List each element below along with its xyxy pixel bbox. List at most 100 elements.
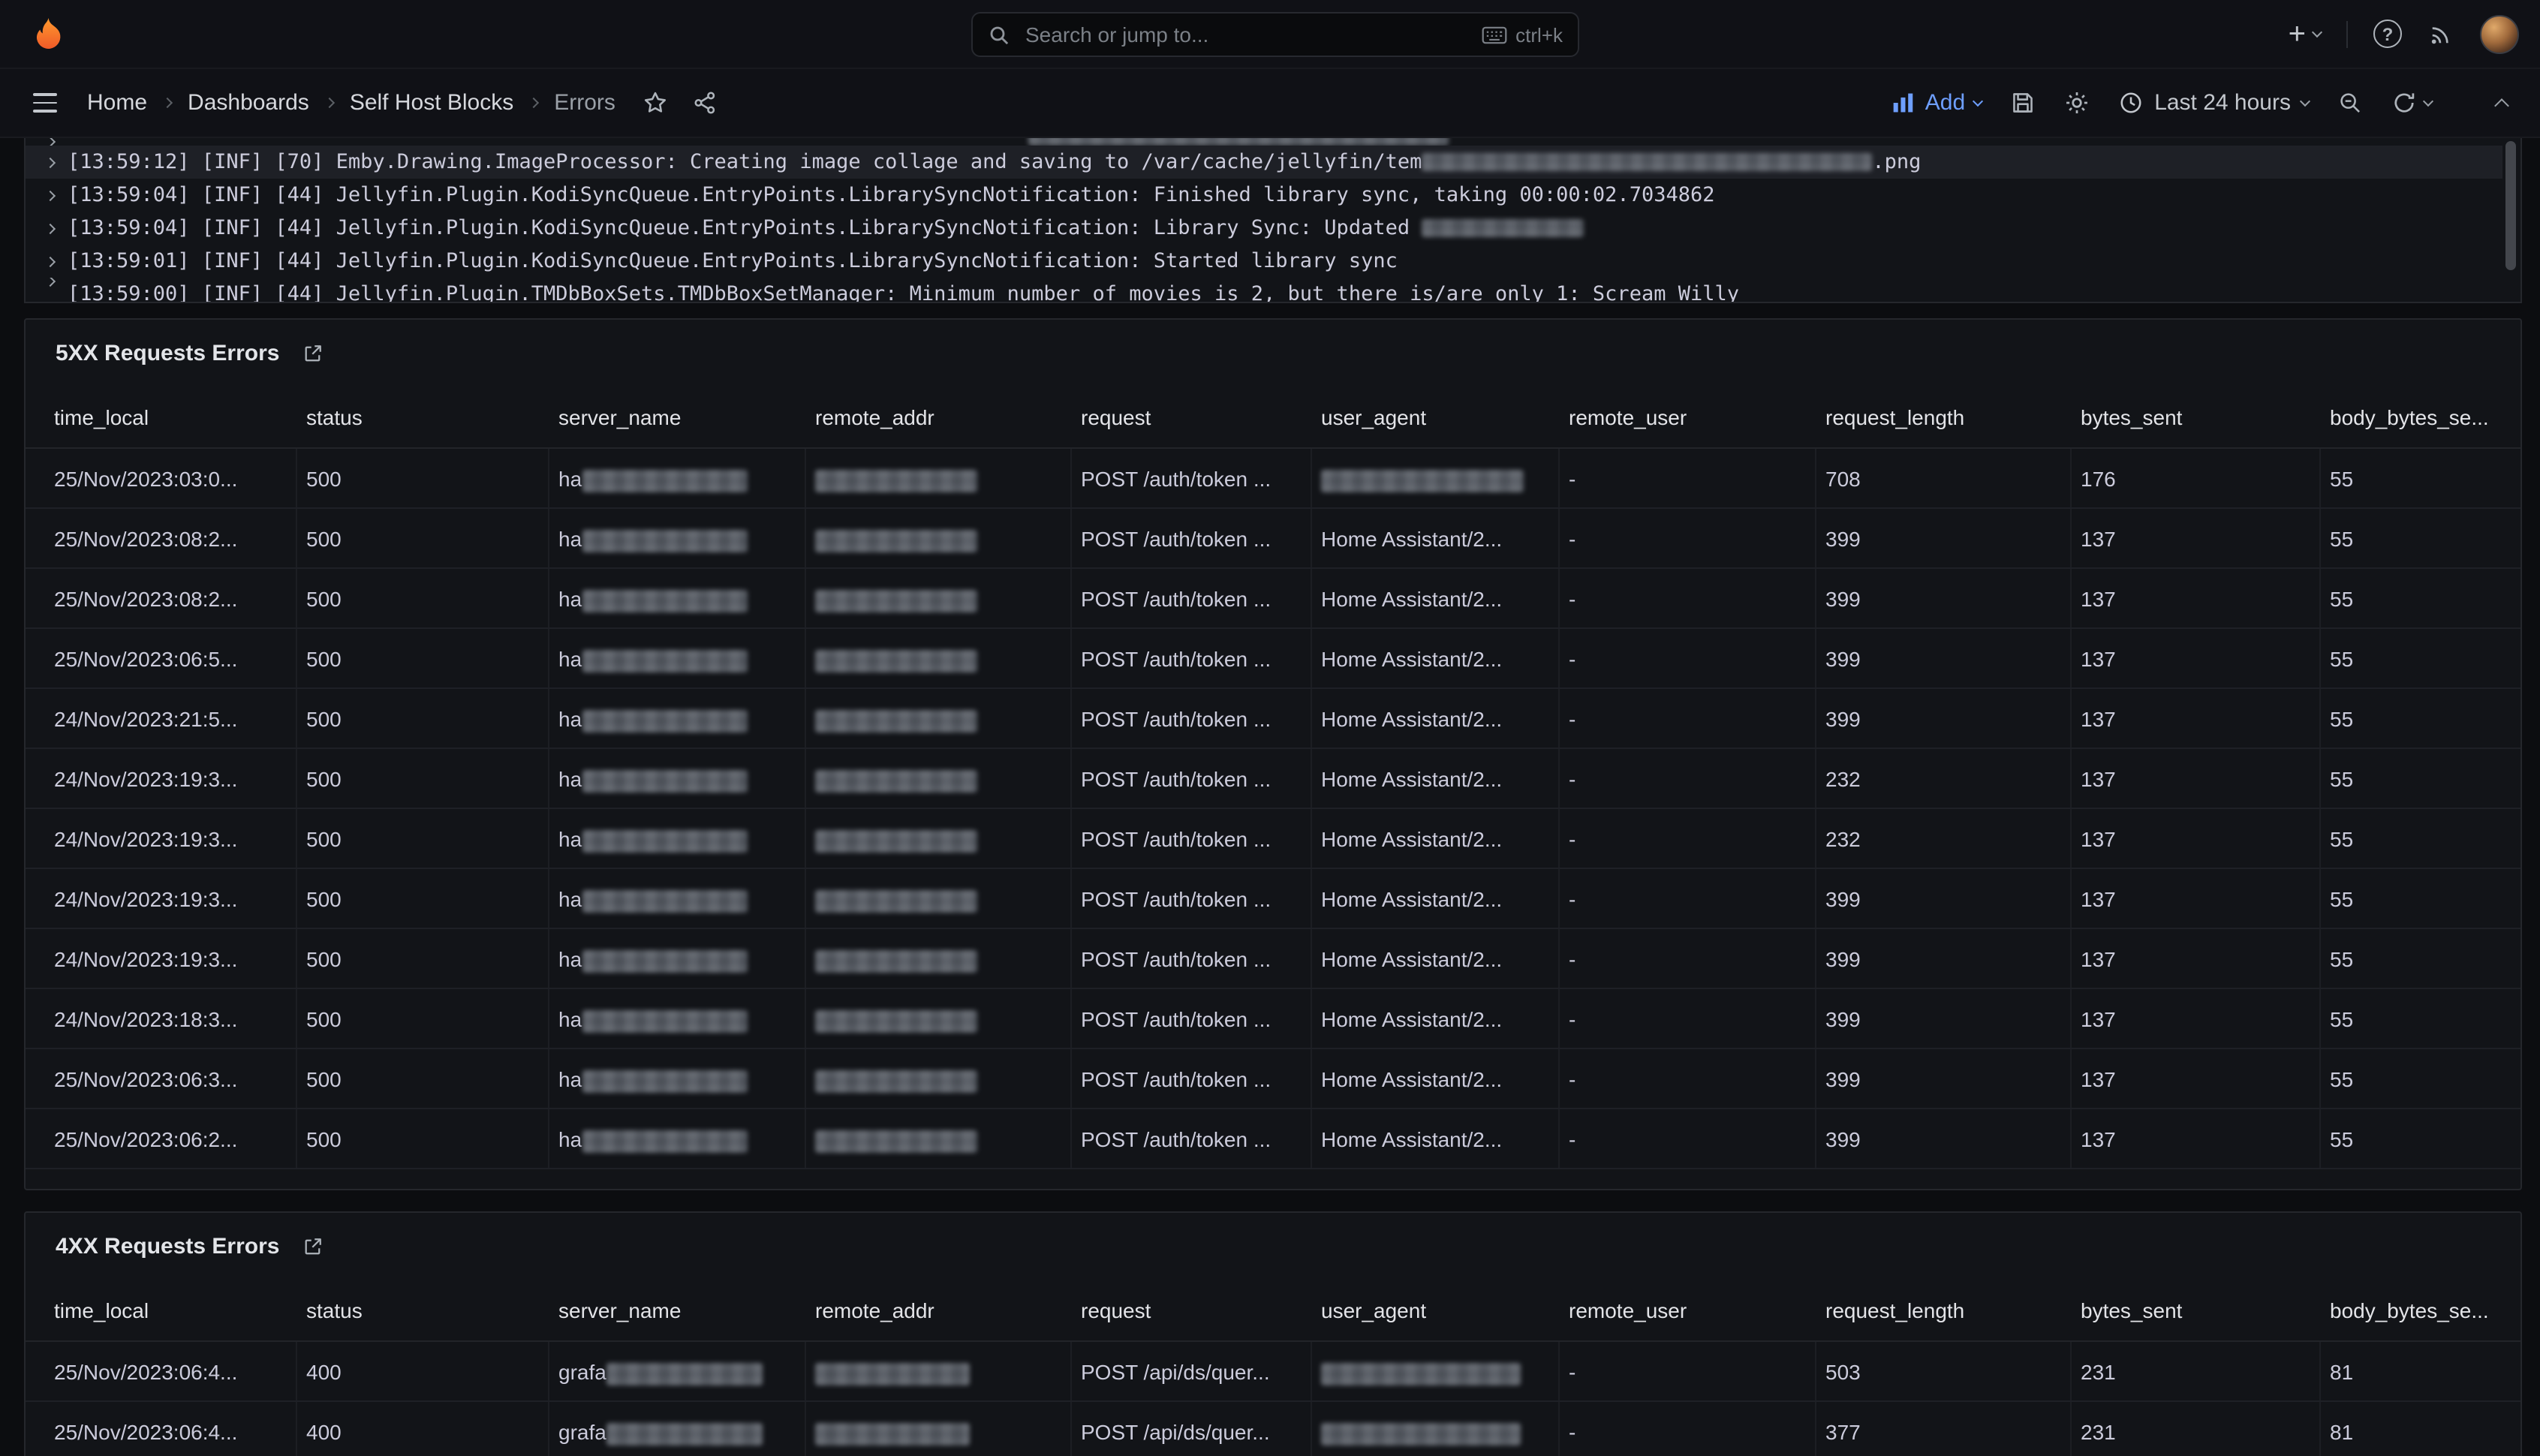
table-cell: 399 — [1816, 1049, 2072, 1108]
expand-log-row-icon[interactable] — [45, 223, 56, 233]
table-cell: ha — [549, 809, 806, 868]
column-header[interactable]: request_length — [1816, 1279, 2072, 1340]
column-header[interactable]: remote_user — [1560, 386, 1816, 447]
column-header[interactable]: body_bytes_se... — [2321, 386, 2520, 447]
table-cell: POST /auth/token ... — [1072, 689, 1312, 748]
new-dropdown-button[interactable]: + — [2289, 19, 2321, 49]
chevron-down-icon — [2312, 26, 2322, 37]
grafana-logo-icon[interactable] — [27, 14, 68, 54]
column-header[interactable]: remote_addr — [806, 386, 1072, 447]
expand-log-row-icon[interactable] — [45, 157, 56, 167]
table-row[interactable]: 25/Nov/2023:06:3...500haPOST /auth/token… — [26, 1049, 2520, 1109]
table-row[interactable]: 24/Nov/2023:19:3...500haPOST /auth/token… — [26, 809, 2520, 869]
column-header[interactable]: request — [1072, 1279, 1312, 1340]
table-cell: 231 — [2072, 1342, 2321, 1400]
breadcrumb-item[interactable]: Home — [87, 90, 147, 116]
table-row[interactable]: 24/Nov/2023:19:3...500haPOST /auth/token… — [26, 869, 2520, 929]
column-header[interactable]: remote_user — [1560, 1279, 1816, 1340]
table-cell: ha — [549, 989, 806, 1048]
column-header[interactable]: status — [297, 386, 549, 447]
log-row[interactable]: [13:59:01] [INF] [44] Jellyfin.Plugin.Ko… — [26, 245, 2502, 278]
table-row[interactable]: 24/Nov/2023:19:3...500haPOST /auth/token… — [26, 929, 2520, 989]
table-row[interactable]: 24/Nov/2023:18:3...500haPOST /auth/token… — [26, 989, 2520, 1049]
panel-link-button[interactable] — [302, 1235, 324, 1257]
table-row[interactable]: 25/Nov/2023:08:2...500haPOST /auth/token… — [26, 569, 2520, 629]
global-search[interactable]: ctrl+k — [971, 12, 1579, 57]
table-cell: - — [1560, 509, 1816, 567]
refresh-button[interactable] — [2391, 90, 2432, 116]
column-header[interactable]: body_bytes_se... — [2321, 1279, 2520, 1340]
column-header[interactable]: status — [297, 1279, 549, 1340]
table-cell: 25/Nov/2023:06:5... — [45, 629, 297, 687]
table-row[interactable]: 24/Nov/2023:19:3...500haPOST /auth/token… — [26, 749, 2520, 809]
expand-log-row-icon[interactable] — [45, 256, 56, 266]
add-panel-button[interactable]: Add — [1892, 90, 1982, 116]
column-header[interactable]: remote_addr — [806, 1279, 1072, 1340]
table-cell: 232 — [1816, 809, 2072, 868]
top-bar-actions: + ? — [2289, 14, 2519, 53]
table-row[interactable]: 25/Nov/2023:08:2...500haPOST /auth/token… — [26, 509, 2520, 569]
table-cell — [1312, 449, 1560, 507]
expand-log-row-icon[interactable] — [45, 278, 56, 287]
table-cell: 399 — [1816, 1109, 2072, 1168]
time-range-picker[interactable]: Last 24 hours — [2118, 90, 2309, 116]
column-header[interactable]: user_agent — [1312, 386, 1560, 447]
cell-text: ha — [558, 887, 582, 911]
column-header[interactable]: bytes_sent — [2072, 1279, 2321, 1340]
column-header[interactable]: user_agent — [1312, 1279, 1560, 1340]
table-cell: POST /auth/token ... — [1072, 809, 1312, 868]
table-cell: ha — [549, 869, 806, 928]
news-button[interactable] — [2427, 20, 2454, 47]
dashboard-settings-button[interactable] — [2064, 90, 2090, 116]
collapse-controls-button[interactable] — [2496, 95, 2507, 110]
panel-header[interactable]: 4XX Requests Errors — [26, 1213, 2520, 1279]
redacted-text — [606, 1363, 763, 1385]
table-row[interactable]: 24/Nov/2023:21:5...500haPOST /auth/token… — [26, 689, 2520, 749]
expand-log-row-icon[interactable] — [45, 138, 56, 146]
column-header[interactable]: bytes_sent — [2072, 386, 2321, 447]
column-header[interactable]: time_local — [45, 1279, 297, 1340]
redacted-text — [815, 830, 977, 853]
panel-header[interactable]: 5XX Requests Errors — [26, 320, 2520, 386]
zoom-out-time-button[interactable] — [2337, 90, 2363, 116]
breadcrumb-item[interactable]: Dashboards — [188, 90, 309, 116]
column-header[interactable]: server_name — [549, 1279, 806, 1340]
table-row[interactable]: 25/Nov/2023:03:0...500haPOST /auth/token… — [26, 449, 2520, 509]
log-row[interactable]: [13:59:04] [INF] [44] Jellyfin.Plugin.Ko… — [26, 212, 2502, 245]
redacted-text — [815, 1423, 970, 1445]
rss-icon — [2427, 20, 2454, 47]
table-row[interactable]: 25/Nov/2023:06:2...500haPOST /auth/token… — [26, 1109, 2520, 1169]
save-dashboard-button[interactable] — [2010, 90, 2036, 116]
mega-menu-toggle[interactable] — [27, 87, 63, 119]
table-cell: 500 — [297, 689, 549, 748]
log-row[interactable] — [26, 138, 2502, 146]
table-cell: ha — [549, 509, 806, 567]
column-header[interactable]: request_length — [1816, 386, 2072, 447]
log-row[interactable]: [13:59:00] [INF] [44] Jellyfin.Plugin.TM… — [26, 278, 2502, 303]
favorite-button[interactable] — [643, 90, 668, 116]
column-header[interactable]: time_local — [45, 386, 297, 447]
search-input[interactable] — [1022, 21, 1469, 48]
table-row[interactable]: 25/Nov/2023:06:5...500haPOST /auth/token… — [26, 629, 2520, 689]
user-avatar[interactable] — [2480, 14, 2519, 53]
panel-link-button[interactable] — [302, 341, 324, 364]
table-cell: 81 — [2321, 1342, 2520, 1400]
table-cell: 232 — [1816, 749, 2072, 808]
cell-text: grafa — [558, 1360, 606, 1384]
help-button[interactable]: ? — [2373, 20, 2402, 48]
log-row[interactable]: [13:59:12] [INF] [70] Emby.Drawing.Image… — [26, 146, 2502, 179]
expand-log-row-icon[interactable] — [45, 190, 56, 200]
table-row[interactable]: 25/Nov/2023:06:4...400grafaPOST /api/ds/… — [26, 1402, 2520, 1456]
log-scrollbar[interactable] — [2505, 141, 2516, 270]
chevron-down-icon — [2423, 95, 2433, 106]
column-header[interactable]: request — [1072, 386, 1312, 447]
cell-text: ha — [558, 1127, 582, 1151]
redacted-text — [1422, 219, 1584, 237]
dashboard-toolbar: HomeDashboardsSelf Host BlocksErrors — [0, 69, 2540, 138]
share-button[interactable] — [692, 90, 718, 116]
table-row[interactable]: 25/Nov/2023:06:4...400grafaPOST /api/ds/… — [26, 1342, 2520, 1402]
table-cell: POST /auth/token ... — [1072, 629, 1312, 687]
breadcrumb-item[interactable]: Self Host Blocks — [350, 90, 513, 116]
column-header[interactable]: server_name — [549, 386, 806, 447]
log-row[interactable]: [13:59:04] [INF] [44] Jellyfin.Plugin.Ko… — [26, 179, 2502, 212]
